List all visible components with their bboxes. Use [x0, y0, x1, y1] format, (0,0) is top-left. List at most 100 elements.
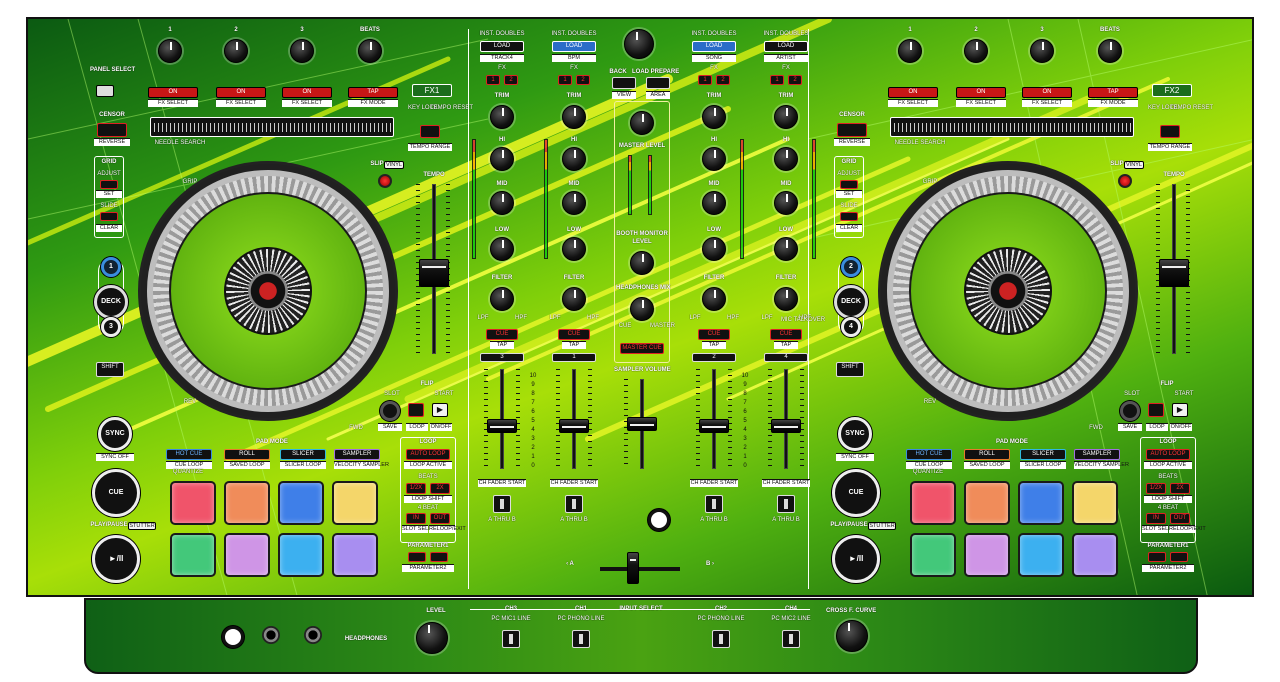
headphones-level-knob[interactable]	[416, 622, 448, 654]
performance-pad-top-3[interactable]	[278, 481, 324, 525]
low-eq-knob[interactable]	[490, 237, 514, 261]
slot-knob[interactable]	[1120, 401, 1140, 421]
fx1-assign-button[interactable]: 1	[698, 75, 712, 85]
crossfader[interactable]	[627, 552, 639, 584]
deck-1-button[interactable]: 2	[841, 257, 861, 277]
deck-button[interactable]: DECK	[94, 285, 128, 319]
fx-knob-4[interactable]	[1098, 39, 1122, 63]
pad-mode-hot-cue-button[interactable]: HOT CUE	[906, 449, 952, 460]
browse-knob[interactable]	[624, 29, 654, 59]
sync-button[interactable]: SYNC	[98, 417, 132, 451]
load-button[interactable]: LOAD	[480, 41, 524, 52]
fx-tap-button[interactable]: TAP	[1088, 87, 1138, 98]
fx2-assign-button[interactable]: 2	[788, 75, 802, 85]
deck-3-button[interactable]: 4	[841, 317, 861, 337]
thru-switch[interactable]	[705, 495, 723, 513]
pad-mode-roll-button[interactable]: ROLL	[224, 449, 270, 460]
headphones-mix-knob[interactable]	[630, 297, 654, 321]
sampler-volume-fader[interactable]	[627, 417, 657, 431]
booth-level-knob[interactable]	[630, 251, 654, 275]
cross-fader-curve-knob[interactable]	[836, 620, 868, 652]
load-prepare-button[interactable]	[646, 77, 670, 89]
loop-out-button[interactable]: OUT	[1170, 513, 1190, 524]
headphone-jack-small[interactable]	[262, 626, 280, 644]
parameter-left-button[interactable]	[408, 552, 426, 562]
fx1-assign-button[interactable]: 1	[486, 75, 500, 85]
fx-knob-3[interactable]	[1030, 39, 1054, 63]
panel-select-button[interactable]	[96, 85, 114, 97]
censor-button[interactable]	[97, 123, 127, 137]
key-lock-button[interactable]	[1160, 125, 1180, 138]
master-level-knob[interactable]	[630, 111, 654, 135]
fx-on-button[interactable]: ON	[216, 87, 266, 98]
performance-pad-top-4[interactable]	[1072, 481, 1118, 525]
loop-in-button[interactable]: IN	[406, 513, 426, 524]
cue-button[interactable]: CUE	[92, 469, 140, 517]
jog-wheel[interactable]	[878, 161, 1138, 421]
input-ch2-switch[interactable]	[712, 630, 730, 648]
play-pause-button[interactable]: ►/II	[92, 535, 140, 583]
trim-knob[interactable]	[702, 105, 726, 129]
censor-button[interactable]	[837, 123, 867, 137]
fx-tap-button[interactable]: TAP	[348, 87, 398, 98]
pad-mode-roll-button[interactable]: ROLL	[964, 449, 1010, 460]
channel-fader[interactable]	[771, 419, 801, 433]
performance-pad-bottom-4[interactable]	[332, 533, 378, 577]
fx2-assign-button[interactable]: 2	[504, 75, 518, 85]
slip-button[interactable]	[1118, 174, 1132, 188]
pad-mode-sampler-button[interactable]: SAMPLER	[1074, 449, 1120, 460]
loop-in-button[interactable]: IN	[1146, 513, 1166, 524]
fx-on-button[interactable]: ON	[282, 87, 332, 98]
parameter-right-button[interactable]	[430, 552, 448, 562]
pad-mode-hot-cue-button[interactable]: HOT CUE	[166, 449, 212, 460]
flip-loop-button[interactable]	[408, 403, 424, 417]
filter-knob[interactable]	[702, 287, 726, 311]
pad-mode-slicer-button[interactable]: SLICER	[1020, 449, 1066, 460]
fx-knob-2[interactable]	[224, 39, 248, 63]
fx2-assign-button[interactable]: 2	[576, 75, 590, 85]
hi-eq-knob[interactable]	[702, 147, 726, 171]
double-loop-button[interactable]: 2X	[1170, 483, 1190, 494]
flip-loop-button[interactable]	[1148, 403, 1164, 417]
tempo-fader[interactable]	[419, 259, 449, 287]
trim-knob[interactable]	[562, 105, 586, 129]
grid-adjust-button[interactable]	[100, 180, 118, 189]
filter-knob[interactable]	[490, 287, 514, 311]
low-eq-knob[interactable]	[702, 237, 726, 261]
input-ch3-switch[interactable]	[502, 630, 520, 648]
cue-button[interactable]: CUE	[832, 469, 880, 517]
trim-knob[interactable]	[774, 105, 798, 129]
needle-search-strip[interactable]	[890, 117, 1134, 137]
sync-button[interactable]: SYNC	[838, 417, 872, 451]
grid-slide-button[interactable]	[840, 212, 858, 221]
channel-cue-button[interactable]: CUE	[558, 329, 590, 340]
input-ch4-switch[interactable]	[782, 630, 800, 648]
performance-pad-top-1[interactable]	[170, 481, 216, 525]
half-loop-button[interactable]: 1/2X	[406, 483, 426, 494]
flip-start-button[interactable]: ▶	[432, 403, 448, 417]
tempo-fader[interactable]	[1159, 259, 1189, 287]
loop-out-button[interactable]: OUT	[430, 513, 450, 524]
shift-button[interactable]: SHIFT	[836, 362, 864, 377]
deck-button[interactable]: DECK	[834, 285, 868, 319]
load-button[interactable]: LOAD	[692, 41, 736, 52]
fx-on-button[interactable]: ON	[148, 87, 198, 98]
performance-pad-bottom-4[interactable]	[1072, 533, 1118, 577]
performance-pad-top-1[interactable]	[910, 481, 956, 525]
fx1-assign-button[interactable]: 1	[770, 75, 784, 85]
fx-knob-2[interactable]	[964, 39, 988, 63]
trim-knob[interactable]	[490, 105, 514, 129]
low-eq-knob[interactable]	[774, 237, 798, 261]
channel-cue-button[interactable]: CUE	[698, 329, 730, 340]
low-eq-knob[interactable]	[562, 237, 586, 261]
performance-pad-bottom-2[interactable]	[964, 533, 1010, 577]
hi-eq-knob[interactable]	[774, 147, 798, 171]
performance-pad-bottom-1[interactable]	[170, 533, 216, 577]
play-pause-button[interactable]: ►/II	[832, 535, 880, 583]
pad-mode-slicer-button[interactable]: SLICER	[280, 449, 326, 460]
channel-fader[interactable]	[487, 419, 517, 433]
grid-adjust-button[interactable]	[840, 180, 858, 189]
input-ch1-switch[interactable]	[572, 630, 590, 648]
thru-switch[interactable]	[777, 495, 795, 513]
fx-knob-1[interactable]	[898, 39, 922, 63]
